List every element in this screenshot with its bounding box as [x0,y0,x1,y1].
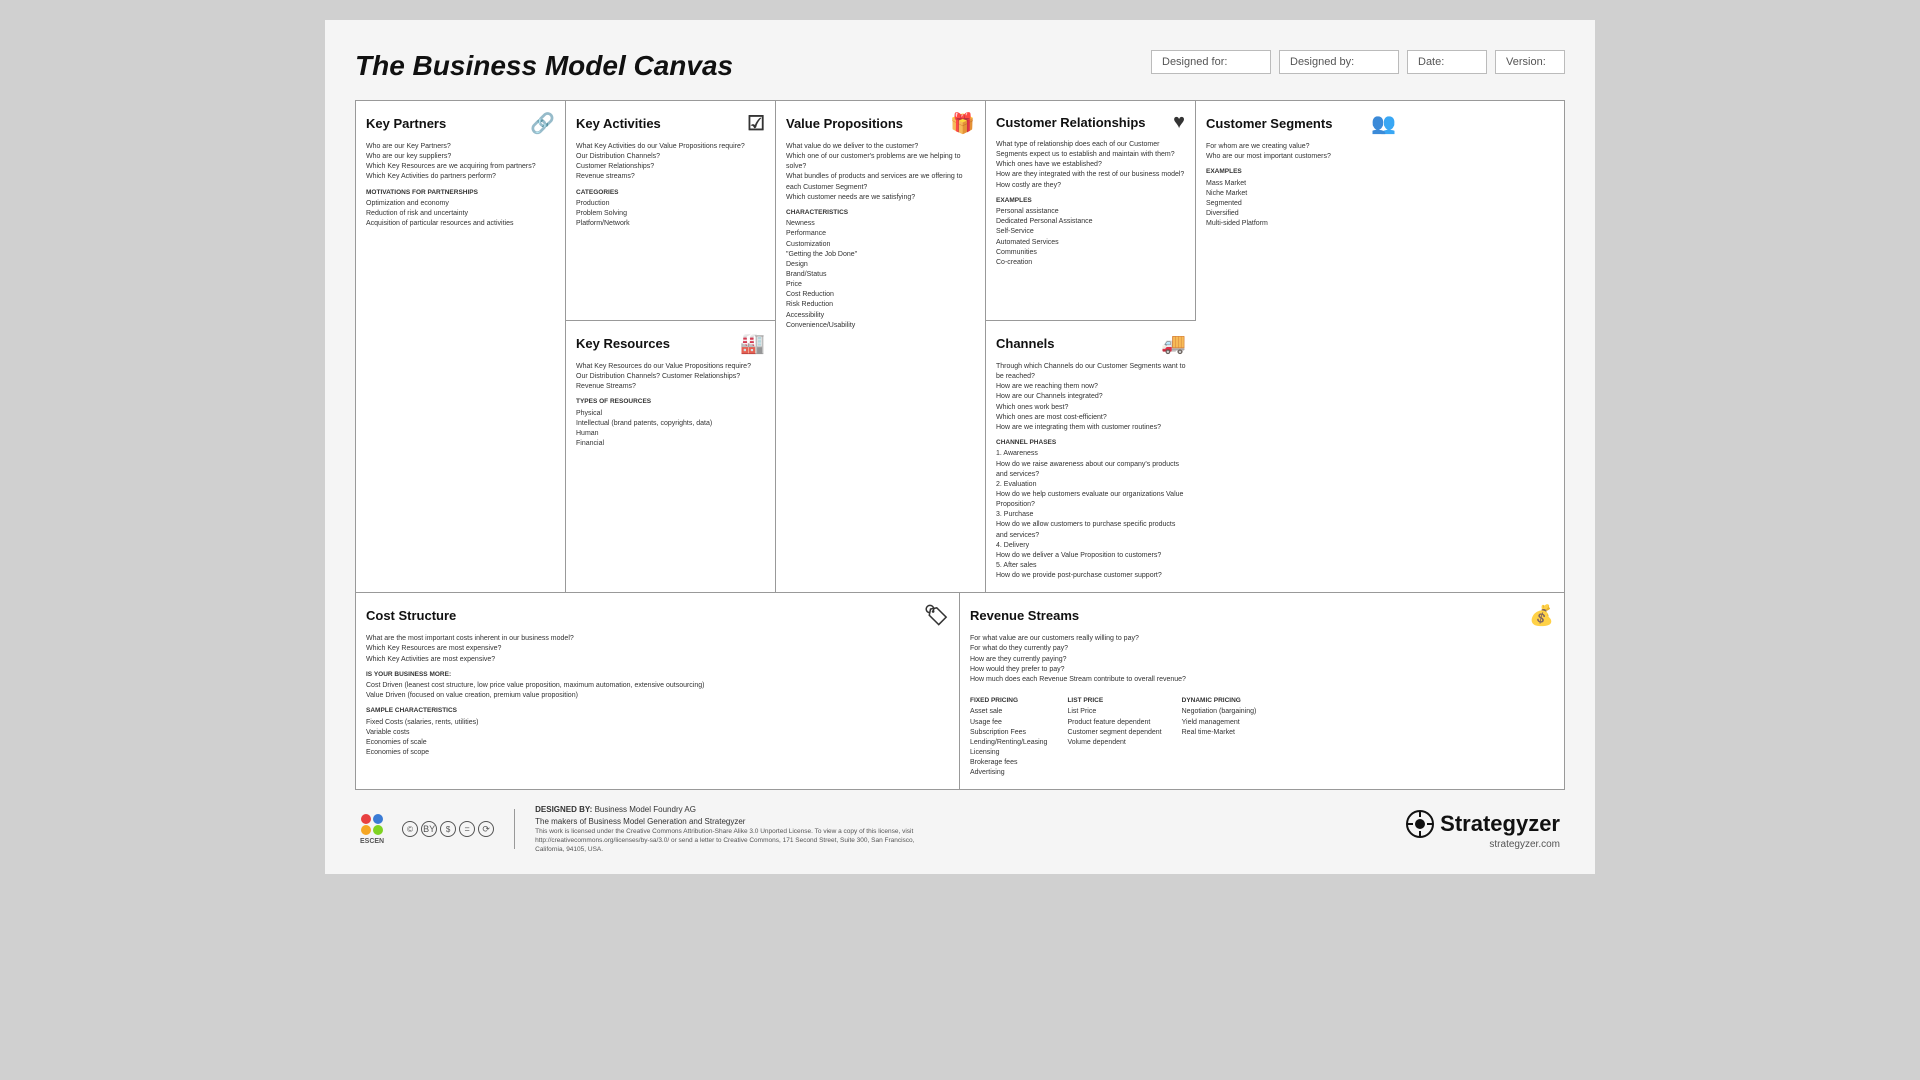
cc-nd-icon: = [459,821,475,837]
revenue-streams-title: Revenue Streams 💰 [970,603,1554,628]
value-propositions-icon: 🎁 [950,111,975,136]
canvas-upper: Key Partners 🔗 Who are our Key Partners?… [356,101,1564,593]
key-activities-icon: ☑ [747,111,765,136]
revenue-streams-icon: 💰 [1529,603,1554,628]
designed-for-field[interactable]: Designed for: [1151,50,1271,74]
business-model-canvas: Key Partners 🔗 Who are our Key Partners?… [355,100,1565,790]
date-field[interactable]: Date: [1407,50,1487,74]
value-propositions-title: Value Propositions 🎁 [786,111,975,136]
key-activities-title: Key Activities ☑ [576,111,765,136]
cost-structure-content: What are the most important costs inhere… [366,634,949,758]
key-resources-cell: Key Resources 🏭 What Key Resources do ou… [566,321,776,592]
channels-cell: Channels 🚚 Through which Channels do our… [986,321,1196,592]
cost-structure-title: Cost Structure 🏷 [366,603,949,628]
key-resources-content: What Key Resources do our Value Proposit… [576,362,765,449]
cost-structure-icon: 🏷 [924,603,949,628]
key-partners-content: Who are our Key Partners? Who are our ke… [366,142,555,229]
revenue-streams-cell: Revenue Streams 💰 For what value are our… [960,593,1564,789]
key-partners-cell: Key Partners 🔗 Who are our Key Partners?… [356,101,566,592]
footer-divider [514,809,515,849]
key-activities-cell: Key Activities ☑ What Key Activities do … [566,101,776,321]
customer-segments-title: Customer Segments 👥 [1206,111,1396,136]
footer: ESCEN © BY $ = ⟳ DESIGNED BY: Business M… [355,804,1565,854]
key-activities-content: What Key Activities do our Value Proposi… [576,142,765,229]
top-bar: The Business Model Canvas Designed for: … [355,50,1565,82]
footer-credit: DESIGNED BY: Business Model Foundry AG T… [535,804,935,854]
value-propositions-content: What value do we deliver to the customer… [786,142,975,331]
page-wrapper: The Business Model Canvas Designed for: … [325,20,1595,874]
escen-logo: ESCEN [360,814,384,845]
top-fields: Designed for: Designed by: Date: Version… [1151,50,1565,74]
footer-left: ESCEN © BY $ = ⟳ DESIGNED BY: Business M… [360,804,935,854]
customer-segments-cell: Customer Segments 👥 For whom are we crea… [1196,101,1406,592]
key-resources-title: Key Resources 🏭 [576,331,765,356]
cc-by-icon: BY [421,821,437,837]
value-propositions-cell: Value Propositions 🎁 What value do we de… [776,101,986,592]
key-partners-title: Key Partners 🔗 [366,111,555,136]
customer-relationships-content: What type of relationship does each of o… [996,140,1185,268]
customer-relationships-title: Customer Relationships ♥ [996,111,1185,134]
channels-title: Channels 🚚 [996,331,1186,356]
cc-icon: © [402,821,418,837]
cc-nc-icon: $ [440,821,456,837]
designed-by-field[interactable]: Designed by: [1279,50,1399,74]
canvas-lower: Cost Structure 🏷 What are the most impor… [356,593,1564,789]
customer-relationships-cell: Customer Relationships ♥ What type of re… [986,101,1196,321]
customer-segments-icon: 👥 [1371,111,1396,136]
cost-structure-cell: Cost Structure 🏷 What are the most impor… [356,593,960,789]
customer-segments-content: For whom are we creating value? Who are … [1206,142,1396,229]
version-field[interactable]: Version: [1495,50,1565,74]
cc-sa-icon: ⟳ [478,821,494,837]
channels-icon: 🚚 [1161,331,1186,356]
strategyzer-logo-icon [1405,809,1435,839]
key-partners-icon: 🔗 [530,111,555,136]
channels-content: Through which Channels do our Customer S… [996,362,1186,581]
page-title: The Business Model Canvas [355,50,1151,82]
footer-cc-icons: © BY $ = ⟳ [402,821,494,837]
key-resources-icon: 🏭 [740,331,765,356]
customer-relationships-icon: ♥ [1173,111,1185,134]
footer-brand: Strategyzer strategyzer.com [1405,809,1560,850]
revenue-streams-content: For what value are our customers really … [970,634,1554,781]
